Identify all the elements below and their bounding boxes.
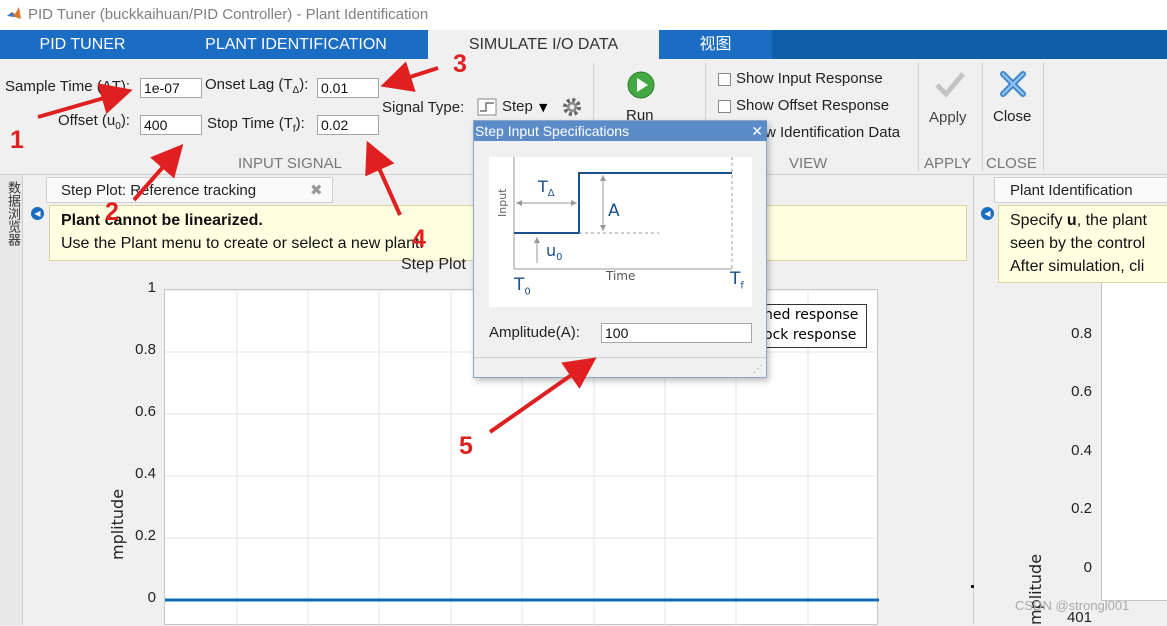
annotation-3: 3 <box>453 50 467 78</box>
annotation-4: 4 <box>412 225 426 253</box>
annotation-1: 1 <box>10 126 24 154</box>
annotation-arrows <box>37 61 597 434</box>
annotation-5: 5 <box>459 432 473 460</box>
annotation-2: 2 <box>105 198 119 226</box>
watermark: CSDN @strongl001 <box>1015 598 1130 613</box>
